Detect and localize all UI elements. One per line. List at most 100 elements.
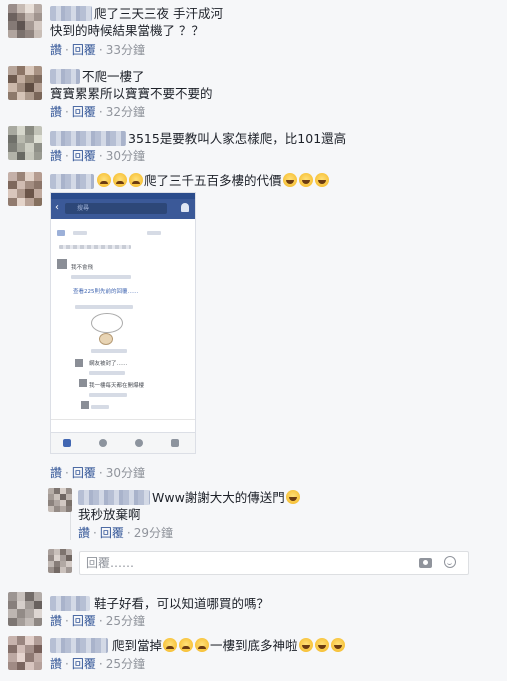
comment-text: 3515是要教叫人家怎樣爬，比101還高 [128,131,347,146]
laughing-emoji-icon [298,173,313,187]
laughing-emoji-icon [314,173,329,187]
attached-screenshot-image[interactable]: ‹ 搜尋 我不會飛 查看225則先前的回覆…… 網友被封了…… 我一樓每天都在開… [50,192,196,454]
phone-avatar [79,379,87,387]
separator: · [65,105,69,119]
reply-button[interactable]: 回覆 [72,43,96,57]
separator: · [98,657,103,671]
comment-text-row: Www謝謝大大的傳送門 [152,489,301,506]
avatar[interactable] [8,636,42,670]
reply-button[interactable]: 回覆 [72,657,96,671]
crying-laughing-emoji-icon [129,173,143,187]
separator: · [65,657,69,671]
like-button[interactable]: 讚 [50,149,62,163]
commenter-name-blurred[interactable] [50,6,92,21]
phone-line [75,305,133,309]
comment-1: 爬了三天三夜 手汗成河 快到的時候結果當機了 ？？ 讚 · 回覆 · 33分鐘 [0,0,507,64]
avatar[interactable] [48,488,72,512]
laughing-emoji-icon [285,490,300,504]
emoji-picker-icon[interactable] [444,556,456,568]
reply-button[interactable]: 回覆 [72,466,96,480]
reply-button[interactable]: 回覆 [72,149,96,163]
phone-line [147,231,161,235]
tired-face-emoji-icon [163,638,178,652]
phone-line [71,275,131,279]
separator: · [65,43,69,57]
comment-text-line2: 快到的時候結果當機了 ？？ [50,23,204,38]
phone-top-bar: ‹ 搜尋 [51,199,195,219]
phone-bubble [91,313,123,333]
avatar[interactable] [8,592,42,626]
like-button[interactable]: 讚 [78,526,90,540]
phone-line [91,349,127,353]
phone-link: 查看225則先前的回覆…… [73,289,139,295]
commenter-name-blurred[interactable] [50,174,94,189]
avatar[interactable] [8,4,42,38]
back-arrow-icon: ‹ [55,202,59,213]
separator: · [65,614,69,628]
avatar[interactable] [8,172,42,206]
phone-bottom-nav [51,432,195,453]
phone-line [89,371,125,375]
phone-text: 我一樓每天都在開爆樓 [89,383,145,389]
separator: · [65,149,69,163]
phone-text: 我不會飛 [71,265,94,271]
comment-actions: 讚 · 回覆 · 30分鐘 [50,466,145,481]
comment-actions: 讚 · 回覆 · 33分鐘 [50,43,145,58]
comment-actions: 讚 · 回覆 · 25分鐘 [50,657,145,672]
timestamp[interactable]: 30分鐘 [106,149,145,163]
crying-laughing-emoji-icon [113,173,127,187]
like-button[interactable]: 讚 [50,466,62,480]
commenter-name-blurred[interactable] [50,596,90,611]
phone-sticker [99,333,113,345]
like-button[interactable]: 讚 [50,614,62,628]
reply-button[interactable]: 回覆 [72,614,96,628]
phone-avatar [57,259,67,269]
comment-text-row: 爬了三千五百多樓的代價 [96,172,330,189]
reply-button[interactable]: 回覆 [100,526,124,540]
like-button[interactable]: 讚 [50,105,62,119]
camera-icon[interactable] [419,558,432,568]
separator: · [98,614,103,628]
timestamp[interactable]: 29分鐘 [134,526,173,540]
tired-face-emoji-icon [195,638,210,652]
phone-comment-input [51,419,195,433]
commenter-name-blurred[interactable] [78,490,150,505]
comment-actions: 讚 · 回覆 · 30分鐘 [50,149,145,164]
phone-line [89,393,127,397]
commenter-name-blurred[interactable] [50,638,108,653]
reply-button[interactable]: 回覆 [72,105,96,119]
commenter-name-blurred[interactable] [50,131,126,146]
current-user-avatar [48,549,72,573]
comment-5-reply: Www謝謝大大的傳送門 我秒放棄啊 讚 · 回覆 · 29分鐘 [0,486,507,544]
phone-line [91,405,109,409]
comment-text-after: 一樓到底多神啦 [210,638,298,653]
separator: · [98,149,103,163]
avatar[interactable] [8,66,42,100]
timestamp[interactable]: 33分鐘 [106,43,145,57]
separator: · [98,105,103,119]
commenter-name-blurred[interactable] [50,69,80,84]
separator: · [98,466,103,480]
crying-laughing-emoji-icon [97,173,111,187]
phone-nav-icon [99,439,107,447]
separator: · [93,526,97,540]
timestamp[interactable]: 32分鐘 [106,105,145,119]
phone-avatar [75,359,83,367]
comment-text-line2: 我秒放棄啊 [78,507,141,522]
laughing-emoji-icon [282,173,297,187]
reply-input[interactable] [86,554,386,572]
avatar[interactable] [8,126,42,160]
like-button[interactable]: 讚 [50,657,62,671]
timestamp[interactable]: 25分鐘 [106,657,145,671]
timestamp[interactable]: 30分鐘 [106,466,145,480]
timestamp[interactable]: 25分鐘 [106,614,145,628]
laughing-emoji-icon [314,638,329,652]
comment-text: 不爬一樓了 [82,69,145,84]
like-button[interactable]: 讚 [50,43,62,57]
phone-like-icon [57,230,65,236]
comment-text: Www謝謝大大的傳送門 [152,490,285,505]
separator: · [98,43,103,57]
comment-text: 爬了三千五百多樓的代價 [144,173,282,188]
phone-text: 網友被封了…… [89,361,128,367]
comment-actions: 讚 · 回覆 · 29分鐘 [78,526,173,541]
